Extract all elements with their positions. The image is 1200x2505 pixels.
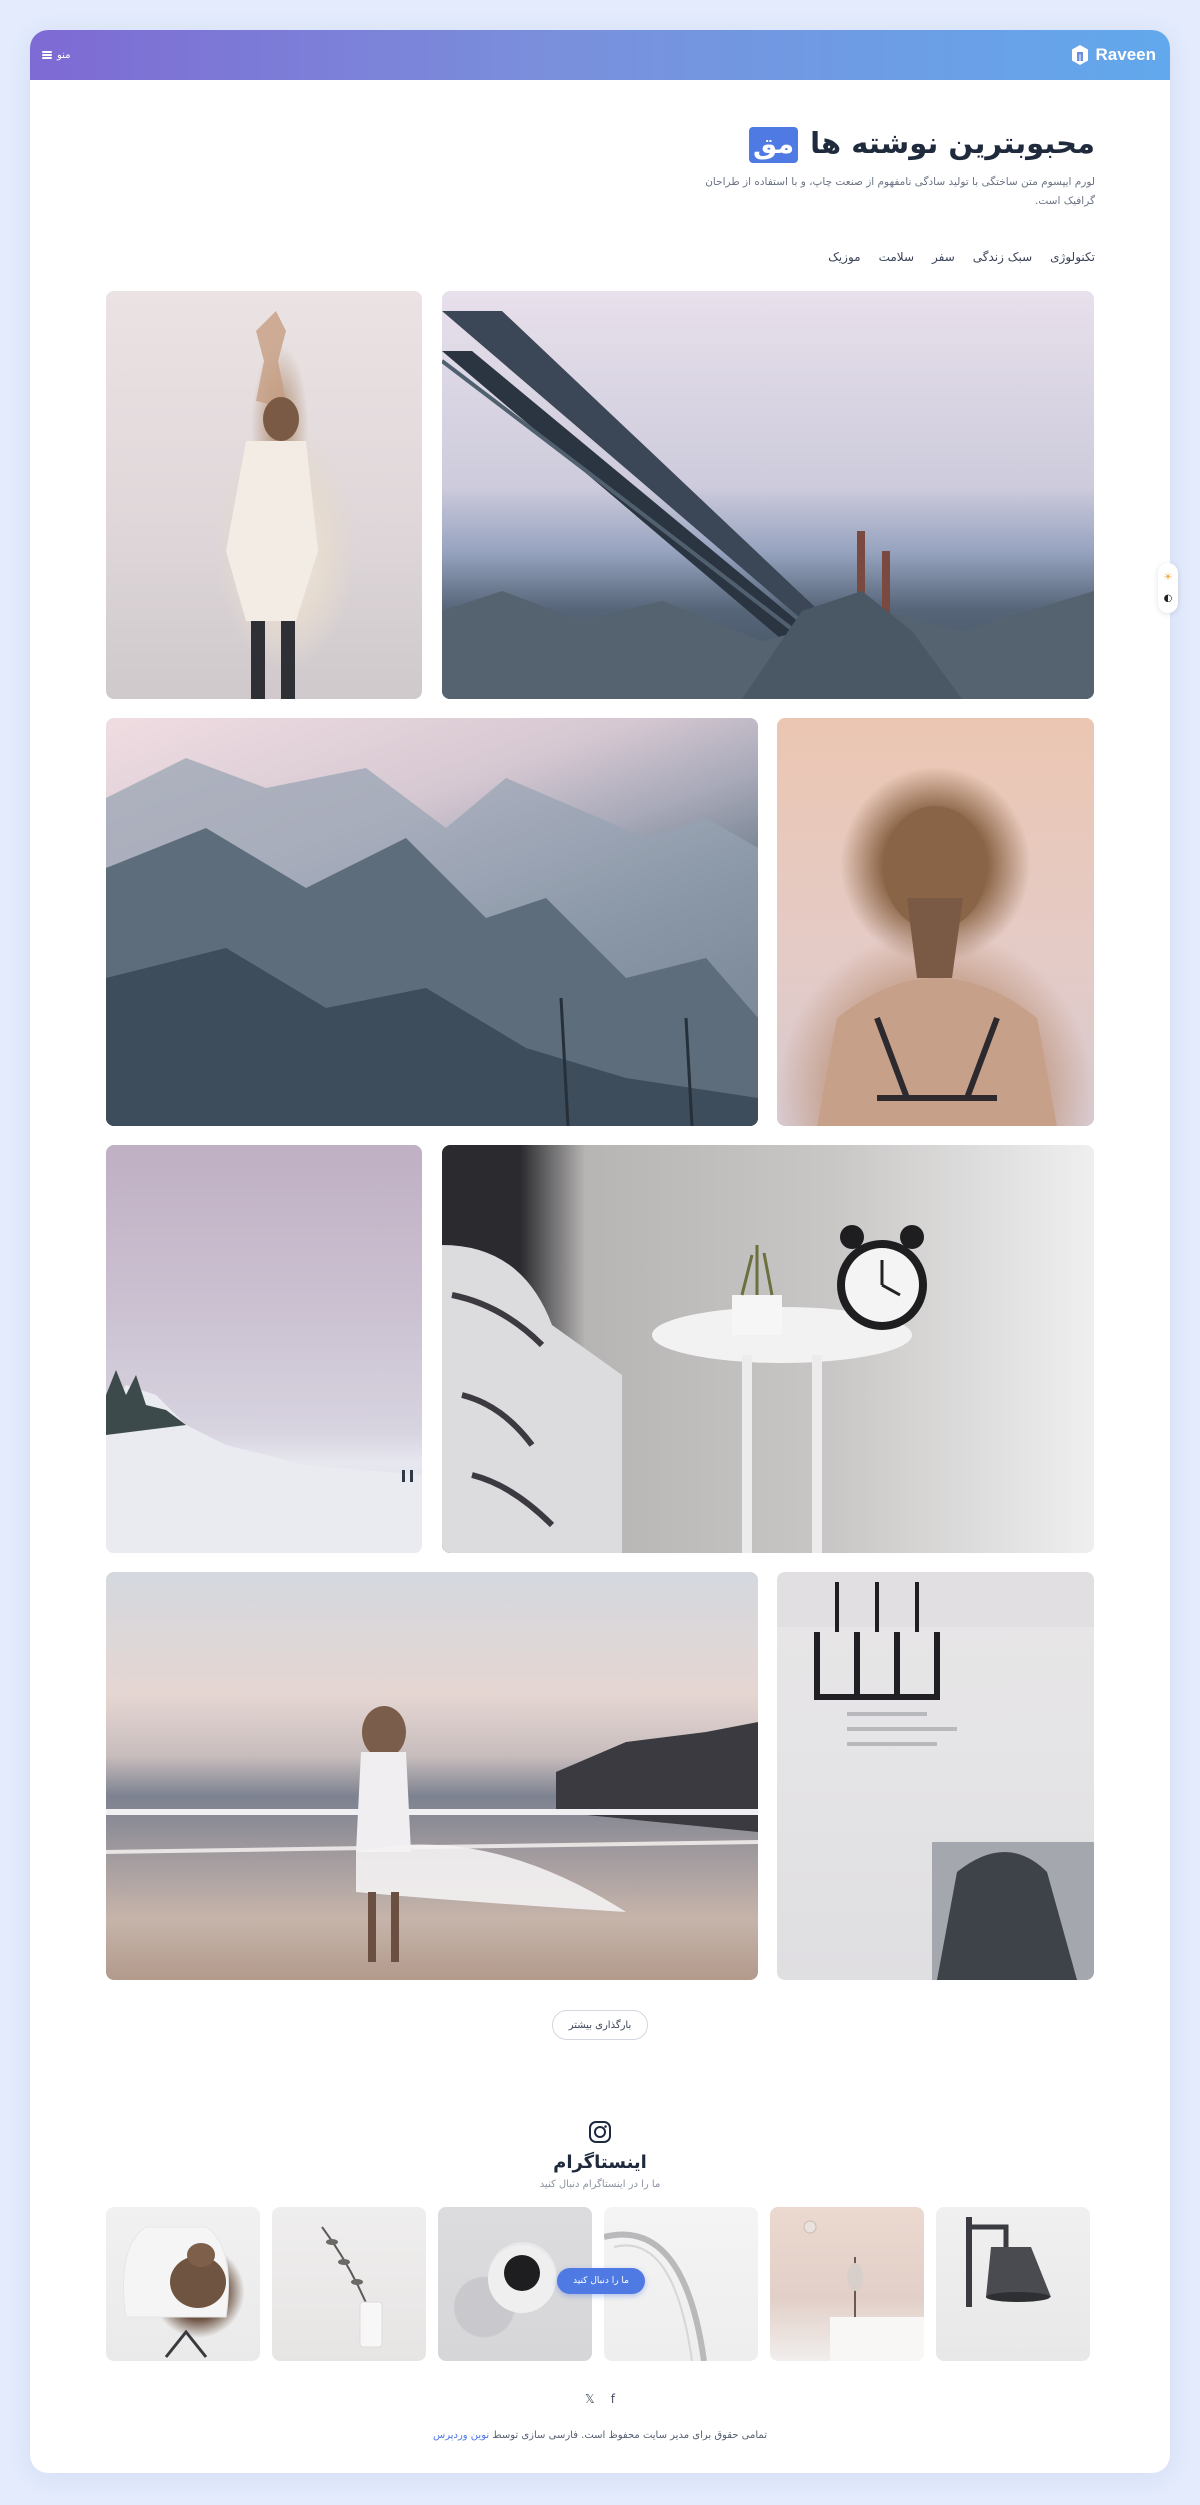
instagram-image-lamp	[966, 2217, 1051, 2307]
sun-icon[interactable]: ☀	[1164, 572, 1173, 583]
facebook-icon[interactable]: f	[611, 2392, 615, 2406]
page-frame: منو Raveen محبوبترین نوشته ها مق لورم ای…	[30, 30, 1170, 2473]
category-travel[interactable]: سفر	[932, 250, 955, 264]
side-tools: ☀ ◐	[1158, 563, 1178, 613]
category-technology[interactable]: تکنولوژی	[1050, 250, 1095, 264]
menu-label: منو	[57, 49, 71, 61]
category-lifestyle[interactable]: سبک زندگی	[973, 250, 1032, 264]
post-image-mountains	[106, 758, 758, 1126]
post-card-snow[interactable]	[106, 1145, 422, 1553]
post-image-bridge	[442, 311, 1094, 699]
x-icon[interactable]: 𝕏	[585, 2392, 595, 2406]
instagram-header: اینستاگرام ما را در اینستاگرام دنبال کنی…	[30, 2120, 1170, 2190]
instagram-follow-button[interactable]: ما را دنبال کنید	[557, 2268, 645, 2294]
instagram-image-branch	[321, 2226, 383, 2348]
instagram-image-cat	[123, 2226, 229, 2358]
post-card-bridge[interactable]	[442, 291, 1094, 699]
site-logo[interactable]: Raveen	[1070, 44, 1156, 66]
title-highlight: مق	[748, 127, 799, 164]
post-card-mountains[interactable]	[106, 718, 758, 1126]
instagram-post-2[interactable]	[272, 2207, 426, 2361]
post-card-beach[interactable]	[106, 1572, 758, 1980]
instagram-title: اینستاگرام	[553, 2152, 647, 2173]
instagram-icon	[589, 2121, 611, 2143]
post-card-back-woman[interactable]	[777, 718, 1094, 1126]
instagram-post-5[interactable]	[770, 2207, 924, 2361]
post-image-clips	[777, 1572, 1094, 1980]
post-image-back-woman	[817, 806, 1057, 1126]
instagram-post-1[interactable]	[106, 2207, 260, 2361]
instagram-subtitle: ما را در اینستاگرام دنبال کنید	[539, 2179, 661, 2190]
load-more-button[interactable]: بارگذاری بیشتر	[552, 2010, 648, 2040]
category-nav: تکنولوژی سبک زندگی سفر سلامت موزیک	[828, 250, 1095, 264]
instagram-image-flower	[803, 2220, 924, 2361]
post-card-clips[interactable]	[777, 1572, 1094, 1980]
social-links: 𝕏 f	[30, 2392, 1170, 2406]
post-image-woman-arms	[226, 311, 318, 699]
menu-button[interactable]: منو	[42, 50, 71, 61]
copyright: تمامی حقوق برای مدیر سایت محفوظ است. فار…	[30, 2430, 1170, 2441]
credit-link[interactable]: نوین وردپرس	[433, 2430, 489, 2441]
hamburger-icon	[42, 51, 52, 59]
post-card-clock[interactable]	[442, 1145, 1094, 1553]
page-description: لورم ایپسوم متن ساختگی با تولید سادگی نا…	[705, 176, 1095, 208]
logo-text: Raveen	[1095, 45, 1156, 64]
logo-icon	[1071, 45, 1088, 65]
post-image-beach	[106, 1706, 758, 1962]
page-title-text: محبوبترین نوشته ها	[810, 126, 1095, 160]
post-image-clock	[442, 1225, 927, 1553]
page-title: محبوبترین نوشته ها مق	[695, 125, 1095, 164]
post-image-snow	[106, 1370, 422, 1553]
dark-mode-icon[interactable]: ◐	[1164, 593, 1173, 604]
category-music[interactable]: موزیک	[828, 250, 861, 264]
post-card-woman-arms[interactable]	[106, 291, 422, 699]
copyright-text: تمامی حقوق برای مدیر سایت محفوظ است. فار…	[492, 2430, 767, 2441]
hero-section: محبوبترین نوشته ها مق لورم ایپسوم متن سا…	[695, 125, 1095, 211]
instagram-post-6[interactable]	[936, 2207, 1090, 2361]
top-bar: منو Raveen	[30, 30, 1170, 80]
category-health[interactable]: سلامت	[879, 250, 914, 264]
